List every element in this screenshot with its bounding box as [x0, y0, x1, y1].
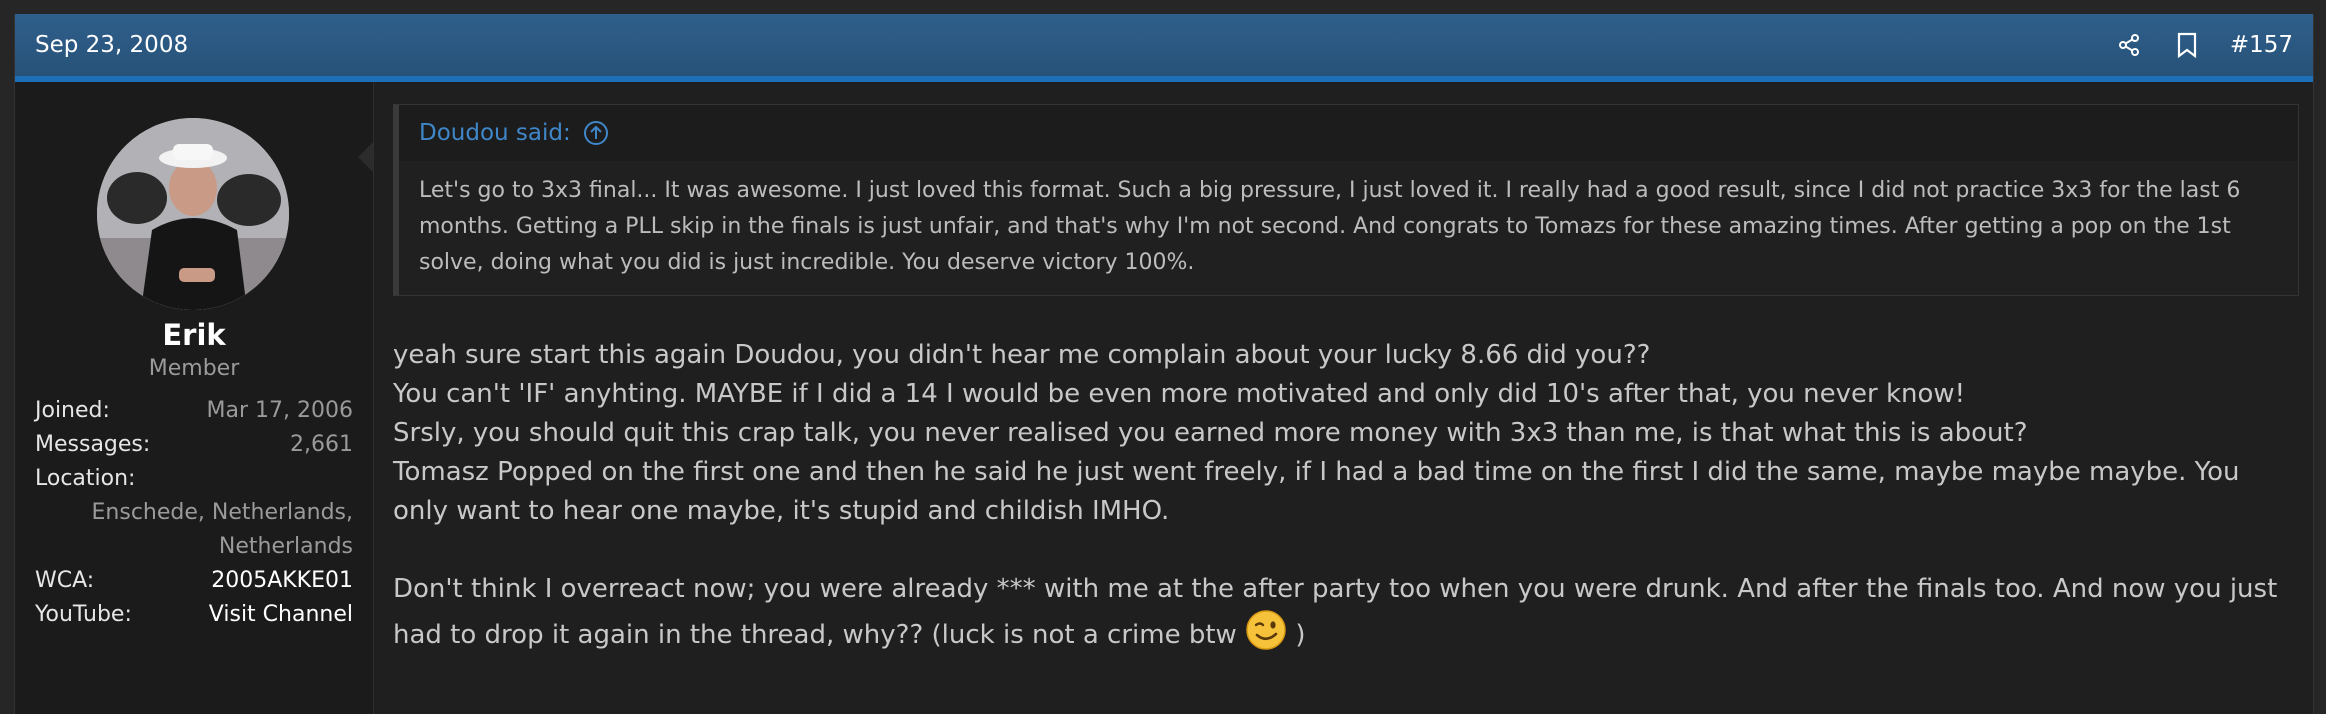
post-permalink[interactable]: #157: [2230, 32, 2293, 58]
youtube-link[interactable]: Visit Channel: [209, 598, 353, 632]
location-value-line1: Enschede, Netherlands,: [91, 500, 353, 525]
stat-label: Messages:: [35, 432, 151, 457]
user-panel: Erik Member Joined: Mar 17, 2006 Message…: [15, 82, 374, 714]
message-paragraph: Don't think I overreact now; you were al…: [393, 570, 2293, 655]
stat-label: Location:: [35, 466, 136, 491]
quote-text: Let's go to 3x3 final... It was awesome.…: [419, 178, 2241, 275]
wink-emoji-icon: [1245, 609, 1287, 651]
stat-value: Mar 17, 2006: [206, 398, 353, 423]
message-line: You can't 'IF' anyhting. MAYBE if I did …: [393, 379, 1966, 409]
share-icon[interactable]: [2114, 30, 2144, 60]
forum-post: Sep 23, 2008 #157 Erik Member Joined: Ma…: [14, 14, 2314, 714]
stat-label: Joined:: [35, 398, 110, 423]
post-date[interactable]: Sep 23, 2008: [35, 32, 188, 58]
message-line: yeah sure start this again Doudou, you d…: [393, 340, 1651, 370]
arrow-up-circle-icon[interactable]: [583, 120, 609, 146]
message-pointer: [358, 142, 373, 172]
quote-header: Doudou said:: [399, 105, 2298, 161]
location-value-line2: Netherlands: [218, 534, 353, 559]
message-line: Srsly, you should quit this crap talk, y…: [393, 418, 2028, 448]
message-text-end: ): [1295, 620, 1306, 650]
stat-joined: Joined: Mar 17, 2006: [35, 394, 353, 428]
stat-messages: Messages: 2,661: [35, 428, 353, 462]
post-content: Doudou said: Let's go to 3x3 final... It…: [393, 104, 2299, 655]
avatar[interactable]: [97, 118, 289, 310]
stat-youtube: YouTube: Visit Channel: [35, 598, 353, 632]
stat-label: WCA:: [35, 568, 95, 593]
paragraph-break: [393, 531, 2293, 570]
username[interactable]: Erik: [15, 318, 373, 352]
post-header: Sep 23, 2008 #157: [15, 14, 2313, 82]
post-actions: #157: [2114, 30, 2293, 60]
stat-value: 2,661: [290, 432, 353, 457]
message-line: Tomasz Popped on the first one and then …: [393, 457, 2240, 526]
bookmark-icon[interactable]: [2172, 30, 2202, 60]
stat-value: 2005AKKE01: [211, 568, 353, 593]
stat-label: YouTube:: [35, 602, 132, 627]
stat-location: Location:: [35, 462, 353, 496]
message-body: yeah sure start this again Doudou, you d…: [393, 336, 2293, 655]
quote-author-link[interactable]: Doudou said:: [419, 120, 571, 146]
user-title: Member: [148, 356, 240, 381]
quote-block: Doudou said: Let's go to 3x3 final... It…: [393, 104, 2299, 296]
user-stats: Joined: Mar 17, 2006 Messages: 2,661 Loc…: [35, 394, 353, 632]
stat-wca: WCA: 2005AKKE01: [35, 564, 353, 598]
message-text: Don't think I overreact now; you were al…: [393, 574, 2278, 650]
